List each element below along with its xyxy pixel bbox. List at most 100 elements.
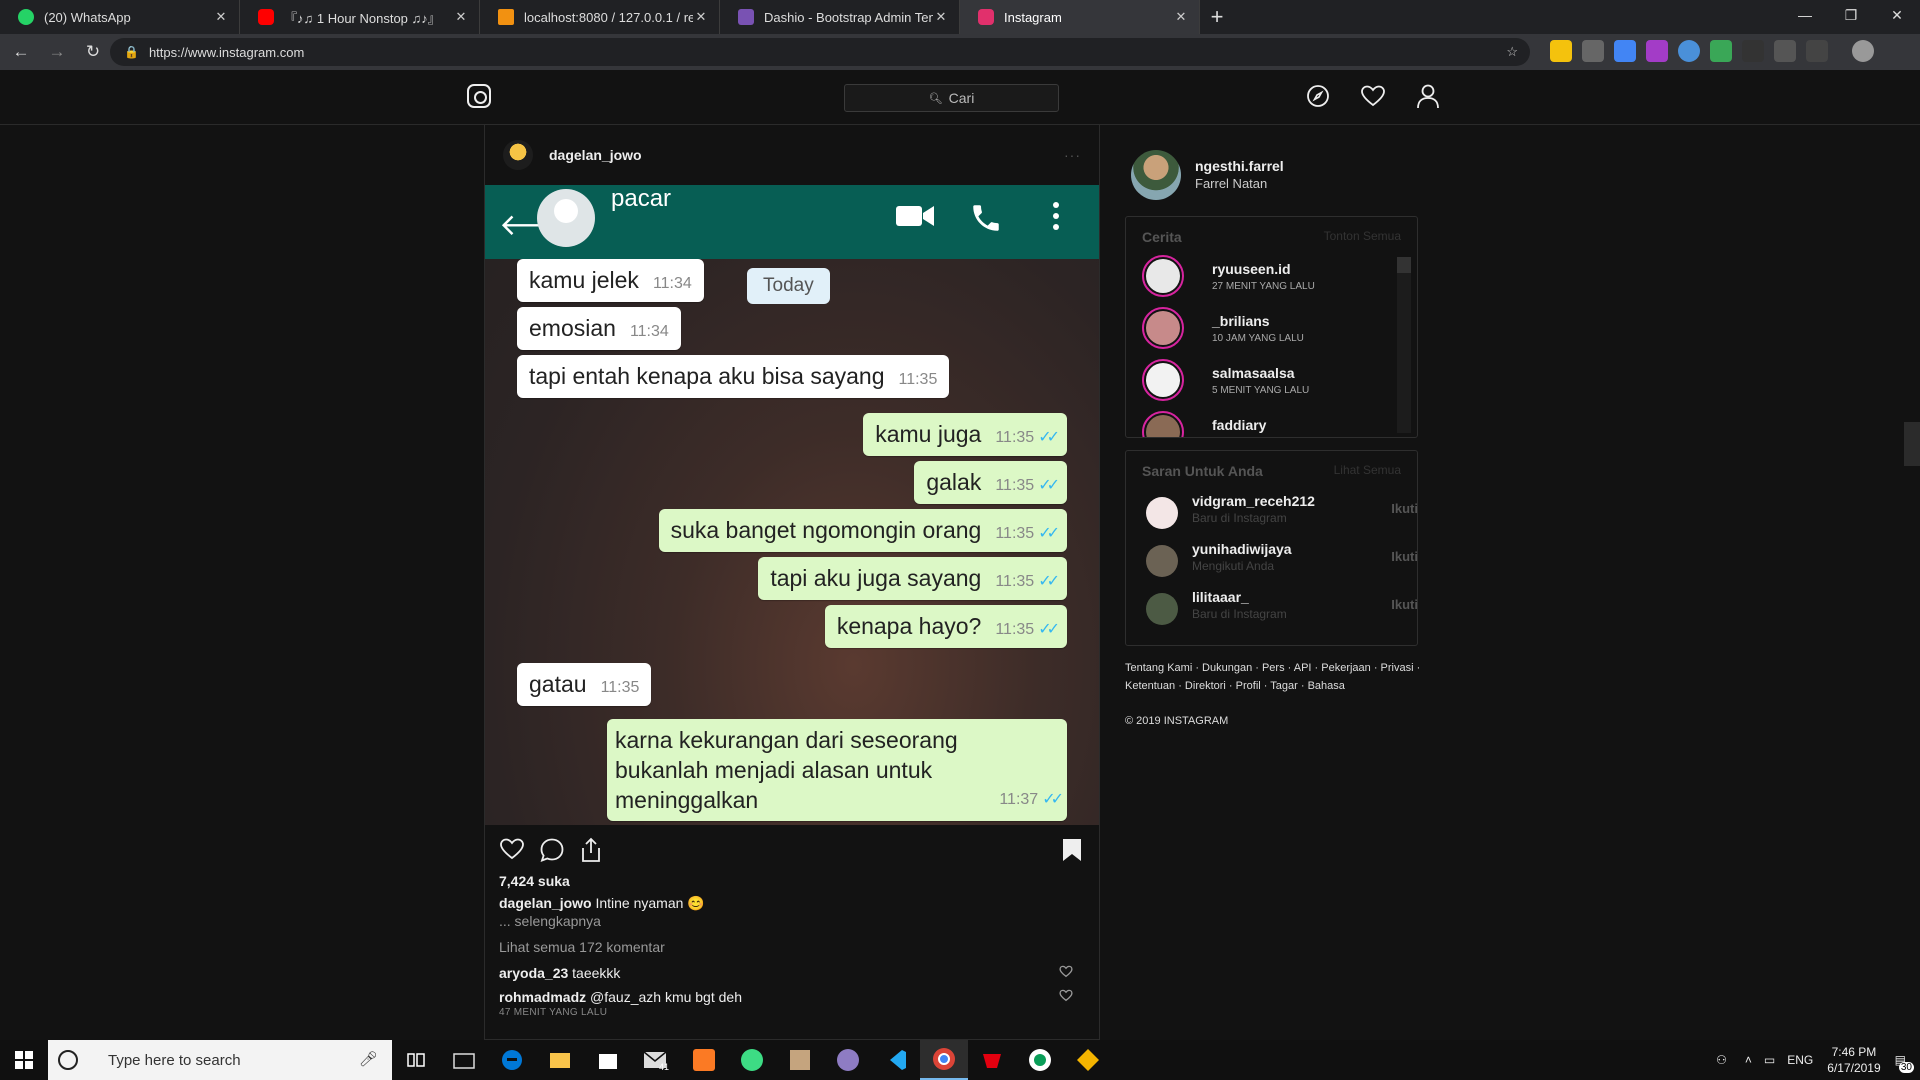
footer-link-row[interactable]: Tentang Kami · Dukungan · Pers · API · P… (1125, 659, 1425, 677)
tab-instagram[interactable]: Instagram ✕ (960, 0, 1200, 34)
android-studio-icon[interactable] (728, 1040, 776, 1080)
scrollbar-thumb[interactable] (1397, 257, 1411, 273)
profile-icon[interactable] (1414, 82, 1442, 110)
more-options-icon[interactable]: ··· (1064, 147, 1081, 163)
task-view-icon[interactable] (392, 1040, 440, 1080)
windows-start-icon[interactable] (0, 1040, 48, 1080)
share-icon[interactable] (579, 837, 603, 868)
like-heart-icon[interactable] (499, 837, 525, 866)
bookmark-icon[interactable] (1061, 837, 1083, 868)
post-image[interactable]: 🡐 pacar Today kamu jelek 11:34 emosian 11:… (485, 185, 1099, 825)
translate-icon[interactable] (1614, 40, 1636, 62)
follow-button[interactable]: Ikuti (1391, 597, 1418, 612)
close-window-button[interactable]: ✕ (1874, 0, 1920, 30)
chrome-icon[interactable] (920, 1040, 968, 1080)
new-tab-button[interactable]: + (1200, 0, 1234, 34)
vscode-icon[interactable] (872, 1040, 920, 1080)
comment-username[interactable]: aryoda_23 (499, 965, 568, 981)
comment-like-icon[interactable] (1059, 989, 1073, 1005)
explore-compass-icon[interactable] (1304, 82, 1332, 110)
close-icon[interactable]: ✕ (933, 9, 949, 25)
heart-icon[interactable] (1359, 82, 1387, 110)
suggestions-see-all-link[interactable]: Lihat Semua (1334, 463, 1401, 477)
stories-scrollbar[interactable] (1397, 257, 1411, 433)
tab-dashio[interactable]: Dashio - Bootstrap Admin Templ ✕ (720, 0, 960, 34)
reload-icon[interactable]: ↻ (78, 37, 108, 67)
microphone-icon[interactable]: 🎤︎ (359, 1050, 378, 1068)
profile-avatar[interactable] (1852, 40, 1874, 62)
avatar[interactable] (1131, 150, 1181, 200)
app-icon[interactable] (1064, 1040, 1112, 1080)
minimize-button[interactable]: — (1782, 0, 1828, 30)
file-explorer-icon[interactable] (536, 1040, 584, 1080)
chevron-up-icon[interactable]: ˄ (1745, 1053, 1752, 1067)
stories-watch-all-link[interactable]: Tonton Semua (1324, 229, 1401, 243)
store-icon[interactable] (584, 1040, 632, 1080)
footer-link-row[interactable]: Ketentuan · Direktori · Profil · Tagar ·… (1125, 677, 1425, 695)
read-more-link[interactable]: ... selengkapnya (499, 913, 601, 929)
likes-count[interactable]: 7,424 suka (499, 873, 570, 889)
app-icon[interactable] (1016, 1040, 1064, 1080)
current-username[interactable]: ngesthi.farrel (1195, 158, 1284, 174)
close-icon[interactable]: ✕ (453, 9, 469, 25)
close-icon[interactable]: ✕ (693, 9, 709, 25)
extension-icon[interactable] (1646, 40, 1668, 62)
caption-username[interactable]: dagelan_jowo (499, 895, 592, 911)
comment-like-icon[interactable] (1059, 965, 1073, 981)
back-icon[interactable]: ← (6, 37, 36, 67)
extension-icon[interactable] (1742, 40, 1764, 62)
story-item[interactable]: ryuuseen.id 27 MENIT YANG LALU (1142, 255, 1402, 299)
extension-icon[interactable] (1582, 40, 1604, 62)
view-all-comments-link[interactable]: Lihat semua 172 komentar (499, 939, 665, 955)
forward-icon[interactable]: → (42, 37, 72, 67)
extension-icon[interactable] (1550, 40, 1572, 62)
tab-youtube[interactable]: 『♪♫ 1 Hour Nonstop ♫♪』 ✕ (240, 0, 480, 34)
extension-icon[interactable] (1710, 40, 1732, 62)
tool-icon[interactable] (776, 1040, 824, 1080)
story-item[interactable]: salmasaalsa 5 MENIT YANG LALU (1142, 359, 1402, 403)
xampp-icon[interactable] (680, 1040, 728, 1080)
close-icon[interactable]: ✕ (213, 9, 229, 25)
restore-button[interactable]: ❐ (1828, 0, 1874, 30)
comment-icon[interactable] (539, 837, 565, 868)
comment-username[interactable]: rohmadmadz (499, 989, 586, 1005)
people-icon[interactable]: ⚇ (1716, 1053, 1727, 1067)
bookmark-star-icon[interactable]: ☆ (1506, 44, 1518, 60)
instagram-page: 🔍︎ Cari dagelan_jowo ··· 🡐 pacar (0, 70, 1920, 1040)
read-receipt-icon: ✓✓ (1038, 525, 1060, 542)
story-item[interactable]: faddiary (1142, 411, 1402, 437)
address-bar[interactable]: 🔒 https://www.instagram.com ☆ (110, 38, 1530, 66)
app-icon[interactable] (824, 1040, 872, 1080)
search-input[interactable]: 🔍︎ Cari (844, 84, 1059, 112)
garena-icon[interactable] (968, 1040, 1016, 1080)
instagram-logo-icon[interactable] (467, 84, 491, 108)
follow-button[interactable]: Ikuti (1391, 501, 1418, 516)
close-icon[interactable]: ✕ (1173, 9, 1189, 25)
suggestion-username[interactable]: yunihadiwijaya (1192, 541, 1292, 557)
post-timestamp[interactable]: 47 MENIT YANG LALU (499, 1007, 607, 1018)
avatar[interactable] (1146, 545, 1178, 577)
tab-whatsapp[interactable]: (20) WhatsApp ✕ (0, 0, 240, 34)
extension-icon[interactable] (1678, 40, 1700, 62)
language-indicator[interactable]: ENG (1787, 1053, 1813, 1067)
suggestion-username[interactable]: vidgram_receh212 (1192, 493, 1315, 509)
page-scrollbar-thumb[interactable] (1904, 422, 1920, 466)
edge-icon[interactable] (488, 1040, 536, 1080)
tab-phpmyadmin[interactable]: localhost:8080 / 127.0.0.1 / repo ✕ (480, 0, 720, 34)
extension-icon[interactable] (1806, 40, 1828, 62)
follow-button[interactable]: Ikuti (1391, 549, 1418, 564)
avatar[interactable] (503, 140, 533, 170)
clock[interactable]: 7:46 PM 6/17/2019 (1827, 1044, 1880, 1076)
story-item[interactable]: _brilians 10 JAM YANG LALU (1142, 307, 1402, 351)
notifications-icon[interactable]: ▤ 30 (1895, 1053, 1914, 1073)
mail-icon[interactable]: 41 (632, 1040, 680, 1080)
avatar[interactable] (1146, 497, 1178, 529)
suggestion-username[interactable]: lilitaaar_ (1192, 589, 1249, 605)
taskbar-search-input[interactable]: Type here to search 🎤︎ (48, 1040, 392, 1080)
avatar[interactable] (1146, 593, 1178, 625)
post-username[interactable]: dagelan_jowo (549, 147, 642, 163)
network-icon[interactable]: ▭ (1764, 1053, 1775, 1067)
ink-workspace-icon[interactable] (440, 1040, 488, 1080)
extension-icon[interactable] (1774, 40, 1796, 62)
tab-strip: (20) WhatsApp ✕ 『♪♫ 1 Hour Nonstop ♫♪』 ✕… (0, 0, 1920, 34)
